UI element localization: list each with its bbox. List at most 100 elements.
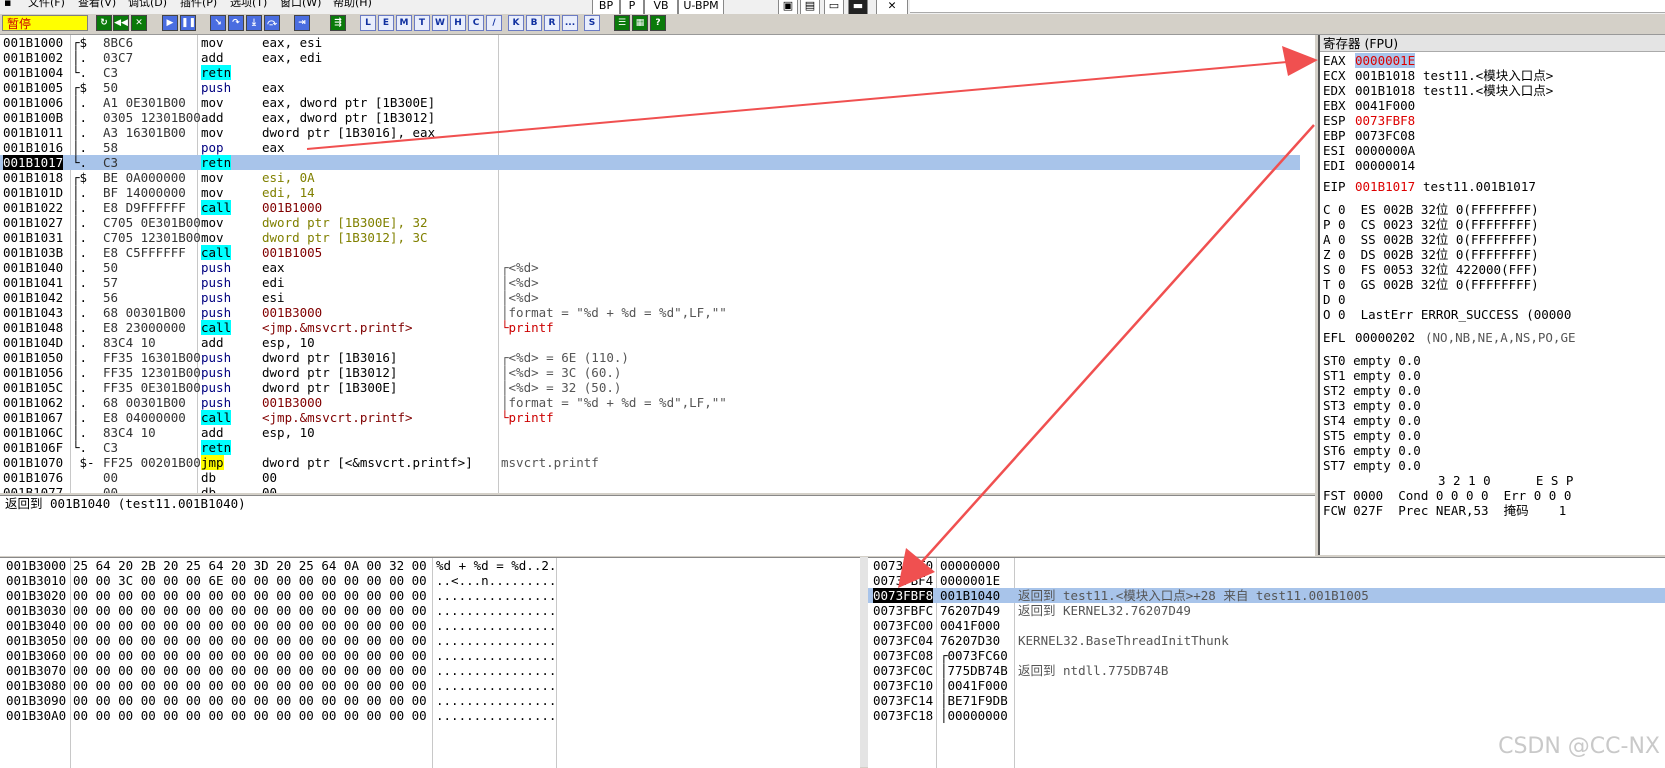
disasm-row[interactable]: 001B1050 │. FF35 16301B00 push dword ptr [1B…: [0, 350, 1300, 365]
menu-window[interactable]: 窗口(W): [280, 0, 321, 10]
dump-row[interactable]: 001B3000 25 64 20 2B 20 25 64 20 3D 20 25…: [0, 558, 860, 573]
disasm-row[interactable]: 001B106C │. 83C4 10 add esp, 10: [0, 425, 1300, 440]
flag-row[interactable]: A 0 SS 002B 32位 0(FFFFFFFF): [1323, 232, 1539, 247]
disassembly-pane[interactable]: 001B1000 ┌$ 8BC6 mov eax, esi 001B1002 │. 03C7 a…: [0, 35, 1315, 493]
registers-pane[interactable]: 寄存器 (FPU) EAX 0000001E ECX 001B1018 test11.<…: [1318, 35, 1665, 555]
disasm-row[interactable]: 001B1006 │. A1 0E301B00 mov eax, dword ptr […: [0, 95, 1300, 110]
disasm-row[interactable]: 001B1062 │. 68 00301B00 push 001B3000 │format…: [0, 395, 1300, 410]
stack-row[interactable]: 0073FBF4 0000001E: [868, 573, 1665, 588]
dump-row[interactable]: 001B3090 00 00 00 00 00 00 00 00 00 00 00…: [0, 693, 860, 708]
pane-splitter[interactable]: [860, 557, 868, 767]
disasm-row[interactable]: 001B1048 │. E8 23000000 call <jmp.&msvcrt.pr…: [0, 320, 1300, 335]
stack-row[interactable]: 0073FC0C │775DB74B 返回到 ntdll.775DB74B: [868, 663, 1665, 678]
stack-row[interactable]: 0073FC08 ┌0073FC60: [868, 648, 1665, 663]
dump-row[interactable]: 001B3050 00 00 00 00 00 00 00 00 00 00 00…: [0, 633, 860, 648]
execute-till-return-icon[interactable]: ⇥: [294, 15, 310, 31]
run-icon[interactable]: ▶: [162, 15, 178, 31]
disasm-row[interactable]: 001B105C │. FF35 0E301B00 push dword ptr [1B…: [0, 380, 1300, 395]
threads-button[interactable]: T: [414, 15, 430, 31]
log-window-button[interactable]: L: [360, 15, 376, 31]
goto-icon[interactable]: ⇶: [330, 15, 346, 31]
menu-file[interactable]: 文件(F): [28, 0, 65, 10]
register-value[interactable]: 001B1018: [1355, 83, 1415, 98]
breakpoints-button[interactable]: B: [526, 15, 542, 31]
stop-icon[interactable]: ✕: [131, 15, 147, 31]
registers-title[interactable]: 寄存器 (FPU): [1320, 35, 1665, 52]
fpu-register[interactable]: ST2 empty 0.0: [1323, 383, 1421, 398]
flag-row[interactable]: S 0 FS 0053 32位 422000(FFF): [1323, 262, 1539, 277]
register-value[interactable]: 0000000A: [1355, 143, 1415, 158]
references-button[interactable]: R: [544, 15, 560, 31]
disasm-row[interactable]: 001B1043 │. 68 00301B00 push 001B3000 │format…: [0, 305, 1300, 320]
disasm-row[interactable]: 001B1004 └. C3 retn: [0, 65, 1300, 80]
disasm-row[interactable]: 001B1000 ┌$ 8BC6 mov eax, esi: [0, 35, 1300, 50]
disasm-row[interactable]: 001B1018 ┌$ BE 0A000000 mov esi, 0A: [0, 170, 1300, 185]
rewind-icon[interactable]: ◀◀: [113, 15, 129, 31]
menu-view[interactable]: 查看(V): [78, 0, 116, 10]
dump-row[interactable]: 001B3020 00 00 00 00 00 00 00 00 00 00 00…: [0, 588, 860, 603]
flag-row[interactable]: P 0 CS 0023 32位 0(FFFFFFFF): [1323, 217, 1539, 232]
dump-row[interactable]: 001B3070 00 00 00 00 00 00 00 00 00 00 00…: [0, 663, 860, 678]
run-trace-button[interactable]: ...: [562, 15, 578, 31]
stack-row[interactable]: 0073FBF0 00000000: [868, 558, 1665, 573]
restart-icon[interactable]: ↻: [96, 15, 112, 31]
disasm-row[interactable]: 001B1011 │. A3 16301B00 mov dword ptr [1B301…: [0, 125, 1300, 140]
trace-into-icon[interactable]: ⤓: [246, 15, 262, 31]
disasm-row[interactable]: 001B106F └. C3 retn: [0, 440, 1300, 455]
flag-row[interactable]: C 0 ES 002B 32位 0(FFFFFFFF): [1323, 202, 1539, 217]
pause-icon[interactable]: ❚❚: [180, 15, 196, 31]
dump-row[interactable]: 001B3010 00 00 3C 00 00 00 6E 00 00 00 00…: [0, 573, 860, 588]
register-value[interactable]: 00000202: [1355, 330, 1415, 345]
stack-row[interactable]: 0073FBFC 76207D49 返回到 KERNEL32.76207D49: [868, 603, 1665, 618]
stack-row[interactable]: 0073FC00 0041F000: [868, 618, 1665, 633]
fpu-register[interactable]: ST1 empty 0.0: [1323, 368, 1421, 383]
disasm-row[interactable]: 001B1042 │. 56 push esi │<%d>: [0, 290, 1300, 305]
register-value[interactable]: 0041F000: [1355, 98, 1415, 113]
disasm-row[interactable]: 001B1002 │. 03C7 add eax, edi: [0, 50, 1300, 65]
register-value[interactable]: 0000001E: [1355, 53, 1416, 68]
flag-row[interactable]: O 0 LastErr ERROR_SUCCESS (00000: [1323, 307, 1571, 322]
grid-icon[interactable]: ▦: [632, 15, 648, 31]
fpu-register[interactable]: ST0 empty 0.0: [1323, 353, 1421, 368]
disasm-row[interactable]: 001B1067 │. E8 04000000 call <jmp.&msvcrt.pr…: [0, 410, 1300, 425]
menu-plugins[interactable]: 插件(P): [180, 0, 217, 10]
register-value[interactable]: 0073FBF8: [1355, 113, 1415, 128]
stack-row[interactable]: 0073FC04 76207D30 KERNEL32.BaseThreadInitT…: [868, 633, 1665, 648]
flag-row[interactable]: D 0: [1323, 292, 1346, 307]
fpu-register[interactable]: ST3 empty 0.0: [1323, 398, 1421, 413]
disasm-row[interactable]: 001B1056 │. FF35 12301B00 push dword ptr [1B…: [0, 365, 1300, 380]
disasm-row[interactable]: 001B1070 $- FF25 00201B00 jmp dword ptr [<&…: [0, 455, 1300, 470]
disasm-row[interactable]: 001B1017 └. C3 retn: [0, 155, 1300, 170]
stack-row[interactable]: 0073FC18 │00000000: [868, 708, 1665, 723]
disasm-row[interactable]: 001B1077 00 db 00: [0, 485, 1300, 493]
stack-row[interactable]: 0073FBF8 001B1040 返回到 test11.<模块入口点>+28 来自…: [868, 588, 1665, 603]
fpu-register[interactable]: ST6 empty 0.0: [1323, 443, 1421, 458]
dump-row[interactable]: 001B3080 00 00 00 00 00 00 00 00 00 00 00…: [0, 678, 860, 693]
hex-dump-pane[interactable]: 001B3000 25 64 20 2B 20 25 64 20 3D 20 25…: [0, 557, 860, 768]
menu-options[interactable]: 选项(T): [230, 0, 267, 10]
fpu-register[interactable]: ST4 empty 0.0: [1323, 413, 1421, 428]
disasm-row[interactable]: 001B1016 │. 58 pop eax: [0, 140, 1300, 155]
trace-over-icon[interactable]: ⤼: [264, 15, 280, 31]
stack-row[interactable]: 0073FC14 │BE71F9DB: [868, 693, 1665, 708]
disasm-row[interactable]: 001B1040 │. 50 push eax ┌<%d>: [0, 260, 1300, 275]
memory-button[interactable]: M: [396, 15, 412, 31]
disasm-row[interactable]: 001B1022 │. E8 D9FFFFFF call 001B1000: [0, 200, 1300, 215]
menu-debug[interactable]: 调试(D): [128, 0, 167, 10]
flag-row[interactable]: T 0 GS 002B 32位 0(FFFFFFFF): [1323, 277, 1539, 292]
dump-row[interactable]: 001B3060 00 00 00 00 00 00 00 00 00 00 00…: [0, 648, 860, 663]
register-value[interactable]: 001B1017: [1355, 179, 1415, 194]
flag-row[interactable]: Z 0 DS 002B 32位 0(FFFFFFFF): [1323, 247, 1539, 262]
disasm-row[interactable]: 001B104D │. 83C4 10 add esp, 10: [0, 335, 1300, 350]
disasm-row[interactable]: 001B100B │. 0305 12301B00 add eax, dword ptr…: [0, 110, 1300, 125]
register-value[interactable]: 00000014: [1355, 158, 1415, 173]
disasm-row[interactable]: 001B1041 │. 57 push edi │<%d>: [0, 275, 1300, 290]
fpu-register[interactable]: ST7 empty 0.0: [1323, 458, 1421, 473]
stack-row[interactable]: 0073FC10 │0041F000: [868, 678, 1665, 693]
disasm-row[interactable]: 001B1031 │. C705 12301B00 mov dword ptr [1B3…: [0, 230, 1300, 245]
call-stack-button[interactable]: K: [508, 15, 524, 31]
fpu-status-word[interactable]: FST 0000 Cond 0 0 0 0 Err 0 0 0: [1323, 488, 1571, 503]
register-value[interactable]: 0073FC08: [1355, 128, 1415, 143]
dump-row[interactable]: 001B3030 00 00 00 00 00 00 00 00 00 00 00…: [0, 603, 860, 618]
handles-button[interactable]: H: [450, 15, 466, 31]
